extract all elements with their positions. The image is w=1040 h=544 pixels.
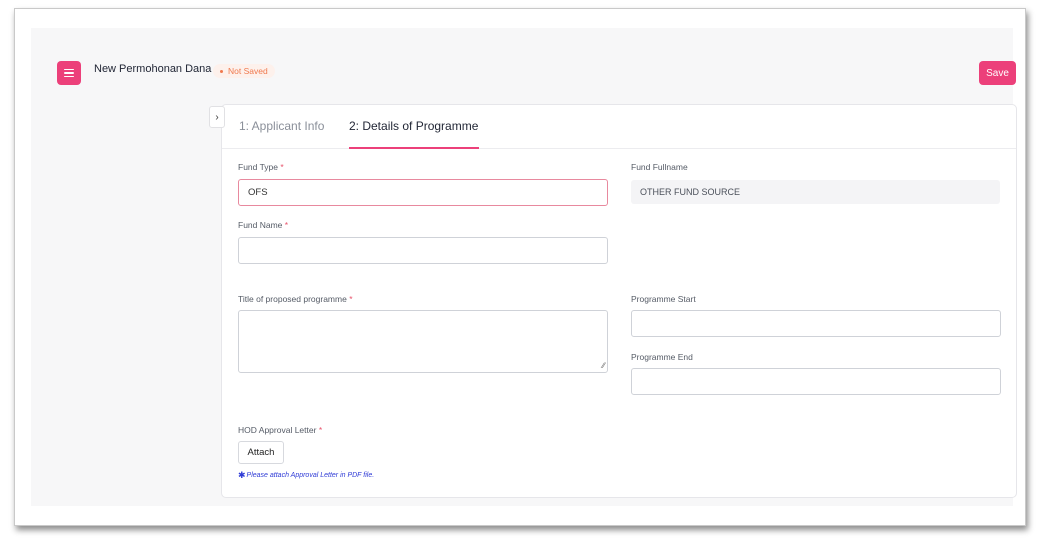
attach-button[interactable]: Attach: [238, 441, 284, 464]
hamburger-icon-line: [64, 72, 74, 74]
tab-details-of-programme[interactable]: 2: Details of Programme: [349, 119, 478, 133]
save-button[interactable]: Save: [979, 61, 1016, 85]
tab-bar: 1: Applicant Info 2: Details of Programm…: [222, 105, 1016, 149]
active-tab-indicator: [349, 147, 479, 149]
app-window: New Permohonan Dana Not Saved Save 1: Ap…: [14, 8, 1026, 526]
resize-handle-icon[interactable]: ∕∕: [602, 362, 605, 370]
required-marker: *: [284, 220, 289, 230]
page-title: New Permohonan Dana: [94, 63, 212, 75]
required-marker: *: [349, 294, 353, 304]
hod-approval-label: HOD Approval Letter *: [238, 425, 322, 435]
programme-end-input[interactable]: [631, 368, 1001, 395]
fund-fullname-value: OTHER FUND SOURCE: [640, 187, 741, 197]
workspace: New Permohonan Dana Not Saved Save 1: Ap…: [31, 28, 1017, 506]
programme-start-input[interactable]: [631, 310, 1001, 337]
programme-title-label: Title of proposed programme *: [238, 294, 353, 304]
fund-fullname-field: OTHER FUND SOURCE: [631, 180, 1000, 204]
fund-type-label: Fund Type *: [238, 162, 284, 172]
attach-hint-text: Please attach Approval Letter in PDF fil…: [246, 472, 375, 479]
hamburger-icon-line: [64, 75, 74, 78]
programme-title-label-text: Title of proposed programme: [238, 294, 347, 304]
fund-name-label-text: Fund Name: [238, 220, 283, 230]
fund-type-value: OFS: [248, 187, 268, 198]
menu-button[interactable]: [57, 61, 81, 85]
fund-type-label-text: Fund Type: [238, 162, 279, 172]
fund-type-input[interactable]: OFS: [238, 179, 608, 206]
asterisk-icon: ✱: [238, 470, 246, 480]
programme-end-label: Programme End: [631, 352, 693, 362]
status-dot-icon: [220, 69, 223, 73]
required-marker: *: [280, 162, 284, 172]
status-text: Not Saved: [228, 66, 268, 76]
attach-hint: ✱ Please attach Approval Letter in PDF f…: [238, 470, 374, 481]
fund-name-input[interactable]: [238, 237, 608, 264]
tab-applicant-info[interactable]: 1: Applicant Info: [239, 119, 324, 133]
hamburger-icon-line: [64, 68, 74, 71]
required-marker: *: [318, 425, 323, 435]
fund-fullname-label: Fund Fullname: [631, 162, 688, 172]
chevron-right-icon[interactable]: ›: [209, 106, 225, 128]
programme-title-textarea[interactable]: ∕∕: [238, 310, 608, 373]
fund-name-label: Fund Name *: [238, 220, 288, 230]
programme-start-label: Programme Start: [631, 294, 696, 304]
status-badge: Not Saved: [213, 64, 275, 78]
hod-approval-label-text: HOD Approval Letter: [238, 425, 317, 435]
form-card: 1: Applicant Info 2: Details of Programm…: [221, 104, 1017, 498]
